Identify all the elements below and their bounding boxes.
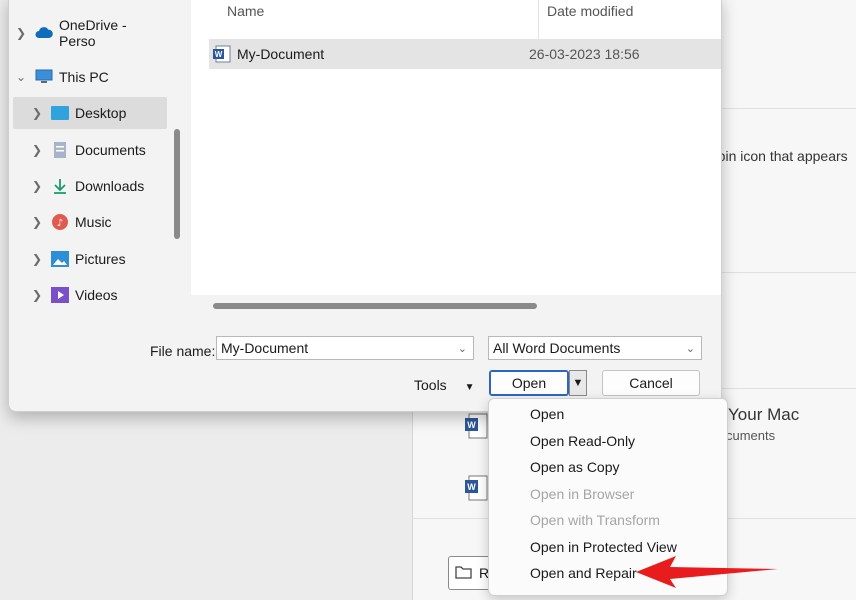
word-icon: W — [465, 475, 488, 501]
sort-ascending-icon: ⌃ — [375, 0, 384, 6]
backstage-mac-title: Your Mac — [728, 405, 800, 424]
column-header-name[interactable]: Name — [227, 3, 264, 19]
file-name: My-Document — [237, 46, 325, 62]
nav-item-label: Music — [75, 214, 112, 230]
folder-open-icon — [455, 566, 472, 579]
nav-item-this-pc[interactable]: ⌄ This PC — [13, 61, 167, 93]
nav-item-desktop[interactable]: ❯ Desktop — [13, 97, 167, 129]
svg-text:W: W — [215, 50, 223, 59]
tools-menu[interactable]: Tools ▼ — [414, 377, 474, 393]
filetype-select[interactable]: All Word Documents ⌄ — [488, 336, 702, 360]
svg-text:W: W — [467, 482, 476, 492]
filetype-value: All Word Documents — [493, 340, 621, 356]
word-file-icon: W — [213, 45, 231, 63]
horizontal-scrollbar[interactable] — [213, 303, 537, 309]
chevron-down-icon[interactable]: ⌄ — [13, 70, 29, 84]
nav-item-onedrive[interactable]: ❯ OneDrive - Perso — [13, 17, 167, 49]
pictures-icon — [51, 251, 69, 267]
column-header-date[interactable]: Date modified — [547, 3, 633, 19]
nav-item-label: Videos — [75, 287, 118, 303]
navigation-pane: ❯ OneDrive - Perso ⌄ This PC ❯ Desktop ❯ — [9, 0, 183, 317]
chevron-down-icon[interactable]: ⌄ — [458, 342, 467, 355]
nav-item-downloads[interactable]: ❯ Downloads — [13, 170, 167, 202]
open-button[interactable]: Open — [489, 370, 569, 396]
menu-item-open-as-copy[interactable]: Open as Copy — [530, 459, 620, 475]
file-list: ⌃ Name Date modified W My-Document 26-03… — [191, 0, 721, 307]
nav-item-pictures[interactable]: ❯ Pictures — [13, 243, 167, 275]
onedrive-icon — [35, 25, 53, 41]
backstage-pin-hint: e pin icon that appears — [706, 148, 848, 164]
svg-text:♪: ♪ — [57, 218, 63, 229]
nav-item-music[interactable]: ❯ ♪ Music — [13, 206, 167, 238]
download-icon — [51, 178, 69, 194]
menu-item-open-and-repair[interactable]: Open and Repair — [530, 565, 637, 581]
videos-icon — [51, 287, 69, 303]
chevron-right-icon[interactable]: ❯ — [29, 288, 45, 302]
music-icon: ♪ — [51, 214, 69, 230]
nav-item-documents[interactable]: ❯ Documents — [13, 134, 167, 166]
chevron-down-icon[interactable]: ⌄ — [686, 342, 695, 355]
filename-value: My-Document — [221, 340, 309, 356]
nav-scrollbar[interactable] — [174, 129, 180, 239]
nav-item-label: Downloads — [75, 178, 145, 194]
nav-item-label: Documents — [75, 142, 146, 158]
open-dropdown-button[interactable]: ▼ — [569, 370, 587, 396]
column-separator[interactable] — [538, 0, 539, 39]
chevron-right-icon[interactable]: ❯ — [29, 215, 45, 229]
menu-item-open-read-only[interactable]: Open Read-Only — [530, 433, 635, 449]
chevron-right-icon[interactable]: ❯ — [29, 179, 45, 193]
nav-item-label: This PC — [59, 69, 109, 85]
caret-down-icon: ▼ — [572, 377, 584, 389]
nav-item-label: Pictures — [75, 251, 126, 267]
computer-icon — [35, 69, 53, 85]
file-date: 26-03-2023 18:56 — [529, 46, 640, 62]
file-row[interactable]: W My-Document 26-03-2023 18:56 — [209, 39, 721, 69]
chevron-right-icon[interactable]: ❯ — [29, 252, 45, 266]
svg-text:W: W — [467, 420, 476, 430]
filename-label: File name: — [150, 343, 216, 359]
nav-item-label: Desktop — [75, 105, 127, 121]
red-arrow-annotation — [636, 556, 778, 588]
documents-icon — [51, 142, 69, 158]
caret-down-icon: ▼ — [464, 382, 475, 393]
tools-label: Tools — [414, 377, 447, 393]
chevron-right-icon[interactable]: ❯ — [29, 143, 45, 157]
filename-input[interactable]: My-Document ⌄ — [216, 336, 474, 360]
chevron-right-icon[interactable]: ❯ — [13, 26, 29, 40]
word-icon: W — [465, 413, 488, 439]
menu-item-open-with-transform: Open with Transform — [530, 512, 660, 528]
desktop-icon — [51, 105, 69, 121]
menu-item-open-in-browser: Open in Browser — [530, 486, 635, 502]
menu-item-open[interactable]: Open — [530, 406, 564, 422]
nav-item-videos[interactable]: ❯ Videos — [13, 279, 167, 311]
open-file-dialog: ❯ OneDrive - Perso ⌄ This PC ❯ Desktop ❯ — [8, 0, 722, 412]
cancel-button[interactable]: Cancel — [602, 370, 700, 396]
chevron-right-icon[interactable]: ❯ — [29, 106, 45, 120]
nav-item-label: OneDrive - Perso — [58, 17, 127, 49]
backstage-mac-subtitle: cuments — [726, 428, 776, 443]
